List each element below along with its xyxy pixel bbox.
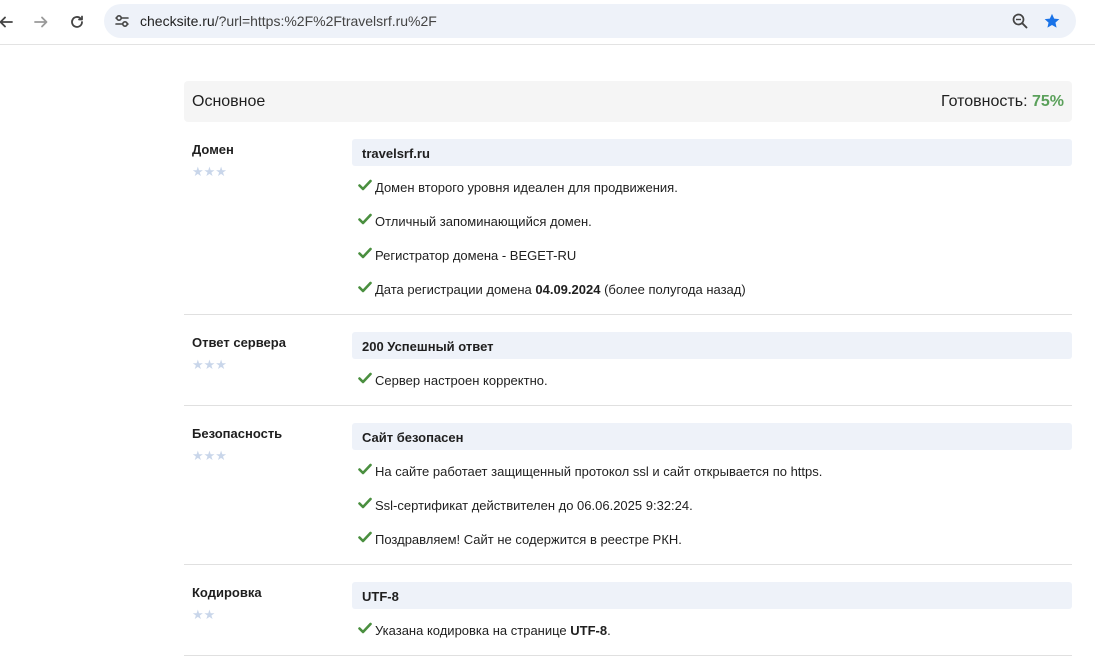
section-body: 200 Успешный ответ Сервер настроен коррек…: [352, 315, 1072, 405]
check-list: Сервер настроен корректно.: [352, 359, 1072, 405]
list-item: Сервер настроен корректно.: [352, 363, 1072, 397]
rating-stars-icon: ★★★: [192, 357, 227, 372]
section-value-bar: Сайт безопасен: [352, 423, 1072, 450]
highlighted-value: 04.09.2024: [535, 282, 601, 297]
section-value-bar: UTF-8: [352, 582, 1072, 609]
rating-stars-icon: ★★★: [192, 448, 227, 463]
readiness-value: 75%: [1031, 93, 1064, 110]
zoom-button[interactable]: [1009, 10, 1031, 32]
section-value: Сайт безопасен: [362, 430, 464, 445]
list-item: Отличный запоминающийся домен.: [352, 204, 1072, 238]
reload-button[interactable]: [63, 8, 91, 36]
check-list: Указана кодировка на странице UTF-8.: [352, 609, 1072, 655]
report-sections: Домен ★★★ travelsrf.ru Домен второго уровня…: [184, 122, 1072, 656]
back-button[interactable]: [0, 8, 20, 36]
list-item-text: Ssl-сертификат действителен до 06.06.202…: [375, 498, 693, 513]
url-host: checksite.ru: [140, 13, 215, 29]
section-body: Сайт безопасен На сайте работает защищенн…: [352, 406, 1072, 564]
site-info-button[interactable]: [110, 9, 134, 33]
forward-button[interactable]: [27, 8, 55, 36]
list-item: Регистратор домена - BEGET-RU: [352, 238, 1072, 272]
section-body: UTF-8 Указана кодировка на странице UTF-8…: [352, 565, 1072, 655]
list-item: Домен второго уровня идеален для продвиж…: [352, 170, 1072, 204]
readiness-indicator: Готовность: 75%: [941, 93, 1064, 111]
list-item-text: Регистратор домена - BEGET-RU: [375, 248, 577, 263]
tune-icon: [115, 14, 129, 28]
section-value-bar: 200 Успешный ответ: [352, 332, 1072, 359]
list-item-text: Указана кодировка на странице UTF-8.: [375, 623, 611, 638]
list-item: На сайте работает защищенный протокол ss…: [352, 454, 1072, 488]
readiness-label: Готовность:: [940, 93, 1032, 110]
section-label: Безопасность: [192, 426, 283, 441]
checkmark-icon: [358, 179, 372, 191]
browser-toolbar: checksite.ru/?url=https:%2F%2Ftravelsrf.…: [0, 0, 1095, 45]
section-3: Кодировка ★★ UTF-8 Указана кодировка на стр…: [184, 565, 1072, 656]
url-path: /?url=https:%2F%2Ftravelsrf.ru%2F: [214, 13, 437, 29]
list-item: Поздравляем! Сайт не содержится в реестр…: [352, 522, 1072, 556]
highlighted-value: UTF-8: [570, 623, 608, 638]
address-bar[interactable]: checksite.ru/?url=https:%2F%2Ftravelsrf.…: [104, 4, 1076, 38]
checkmark-icon: [358, 213, 372, 225]
list-item-text: Сервер настроен корректно.: [375, 373, 548, 388]
section-value: 200 Успешный ответ: [362, 339, 494, 354]
section-label: Домен: [192, 142, 234, 157]
section-label: Ответ сервера: [192, 335, 286, 350]
checkmark-icon: [358, 622, 372, 634]
url-text[interactable]: checksite.ru/?url=https:%2F%2Ftravelsrf.…: [140, 13, 437, 29]
text-part: (более полугода назад): [600, 282, 746, 297]
arrow-left-icon: [0, 16, 13, 28]
section-1: Ответ сервера ★★★ 200 Успешный ответ Сервер…: [184, 315, 1072, 406]
report-header: Основное Готовность: 75%: [184, 81, 1072, 122]
list-item-text: На сайте работает защищенный протокол ss…: [375, 464, 823, 479]
list-item: Ssl-сертификат действителен до 06.06.202…: [352, 488, 1072, 522]
list-item-text: Дата регистрации домена 04.09.2024 (боле…: [375, 282, 746, 297]
list-item-text: Домен второго уровня идеален для продвиж…: [375, 180, 678, 195]
rating-stars-icon: ★★: [192, 607, 216, 622]
text-part: Дата регистрации домена: [375, 282, 536, 297]
text-part: .: [607, 623, 611, 638]
list-item: Дата регистрации домена 04.09.2024 (боле…: [352, 272, 1072, 306]
report-title: Основное: [192, 93, 266, 110]
section-2: Безопасность ★★★ Сайт безопасен На сайте ра…: [184, 406, 1072, 565]
section-label: Кодировка: [192, 585, 262, 600]
bookmark-star-icon: [1044, 13, 1060, 28]
report-content: Основное Готовность: 75% Домен ★★★ travels…: [184, 81, 1072, 656]
bookmark-button[interactable]: [1041, 10, 1063, 32]
checkmark-icon: [358, 247, 372, 259]
checkmark-icon: [358, 463, 372, 475]
arrow-right-icon: [34, 16, 48, 28]
list-item: Указана кодировка на странице UTF-8.: [352, 613, 1072, 647]
check-list: Домен второго уровня идеален для продвиж…: [352, 166, 1072, 314]
section-value-bar: travelsrf.ru: [352, 139, 1072, 166]
section-value: travelsrf.ru: [362, 146, 430, 161]
checkmark-icon: [358, 372, 372, 384]
checkmark-icon: [358, 531, 372, 543]
check-list: На сайте работает защищенный протокол ss…: [352, 450, 1072, 564]
list-item-text: Отличный запоминающийся домен.: [375, 214, 592, 229]
checkmark-icon: [358, 497, 372, 509]
rating-stars-icon: ★★★: [192, 164, 227, 179]
section-body: travelsrf.ru Домен второго уровня идеален…: [352, 122, 1072, 314]
list-item-text: Поздравляем! Сайт не содержится в реестр…: [375, 532, 682, 547]
text-part: Указана кодировка на странице: [375, 623, 571, 638]
section-0: Домен ★★★ travelsrf.ru Домен второго уровня…: [184, 122, 1072, 315]
reload-icon: [71, 15, 83, 28]
zoom-icon: [1012, 13, 1028, 29]
checkmark-icon: [358, 281, 372, 293]
section-value: UTF-8: [362, 589, 399, 604]
